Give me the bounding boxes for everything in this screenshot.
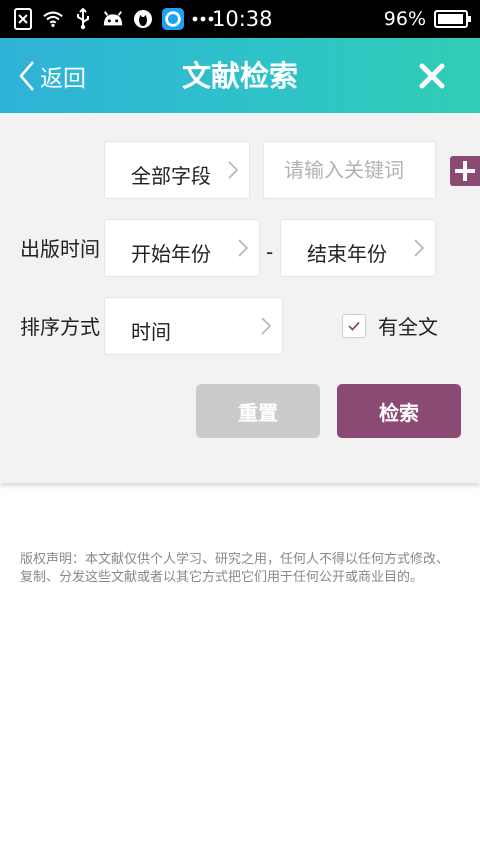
wifi-icon	[42, 8, 64, 30]
battery-icon	[434, 10, 471, 28]
range-separator: -	[266, 240, 274, 264]
keyword-input[interactable]	[263, 141, 436, 199]
app-badge-icon	[162, 8, 184, 30]
start-year-select[interactable]: 开始年份	[104, 219, 260, 277]
close-icon	[419, 63, 445, 89]
end-year-value: 结束年份	[307, 242, 387, 266]
android-icon	[102, 8, 124, 30]
reset-button[interactable]: 重置	[196, 384, 320, 438]
app-header: 返回 文献检索	[0, 38, 480, 113]
add-condition-button[interactable]	[450, 156, 480, 186]
publish-time-label: 出版时间	[20, 237, 100, 261]
status-icons	[12, 0, 214, 38]
chevron-right-icon	[261, 317, 272, 335]
field-select[interactable]: 全部字段	[104, 141, 250, 199]
start-year-value: 开始年份	[131, 242, 211, 266]
copyright-notice: 版权声明：本文献仅供个人学习、研究之用，任何人不得以任何方式修改、复制、分发这些…	[20, 552, 450, 585]
end-year-select[interactable]: 结束年份	[280, 219, 436, 277]
fulltext-label: 有全文	[378, 315, 438, 339]
qq-penguin-icon	[132, 8, 154, 30]
battery-status: 96%	[383, 0, 471, 38]
sort-value: 时间	[131, 320, 171, 344]
sort-select[interactable]: 时间	[104, 297, 283, 355]
field-select-value: 全部字段	[131, 164, 211, 188]
sort-label: 排序方式	[20, 315, 100, 339]
close-button[interactable]	[414, 58, 450, 94]
page-title: 文献检索	[181, 59, 298, 93]
search-button[interactable]: 检索	[337, 384, 461, 438]
status-bar: 10:38 96%	[0, 0, 480, 38]
status-time: 10:38	[212, 7, 273, 31]
chevron-right-icon	[238, 239, 249, 257]
usb-icon	[72, 8, 94, 30]
more-dots-icon	[192, 8, 214, 30]
chevron-right-icon	[228, 161, 239, 179]
battery-percent: 96%	[383, 8, 426, 30]
fulltext-checkbox[interactable]	[342, 314, 366, 338]
chevron-right-icon	[414, 239, 425, 257]
plus-icon	[455, 161, 475, 181]
sim-error-icon	[12, 8, 34, 30]
checkmark-icon	[348, 321, 360, 331]
